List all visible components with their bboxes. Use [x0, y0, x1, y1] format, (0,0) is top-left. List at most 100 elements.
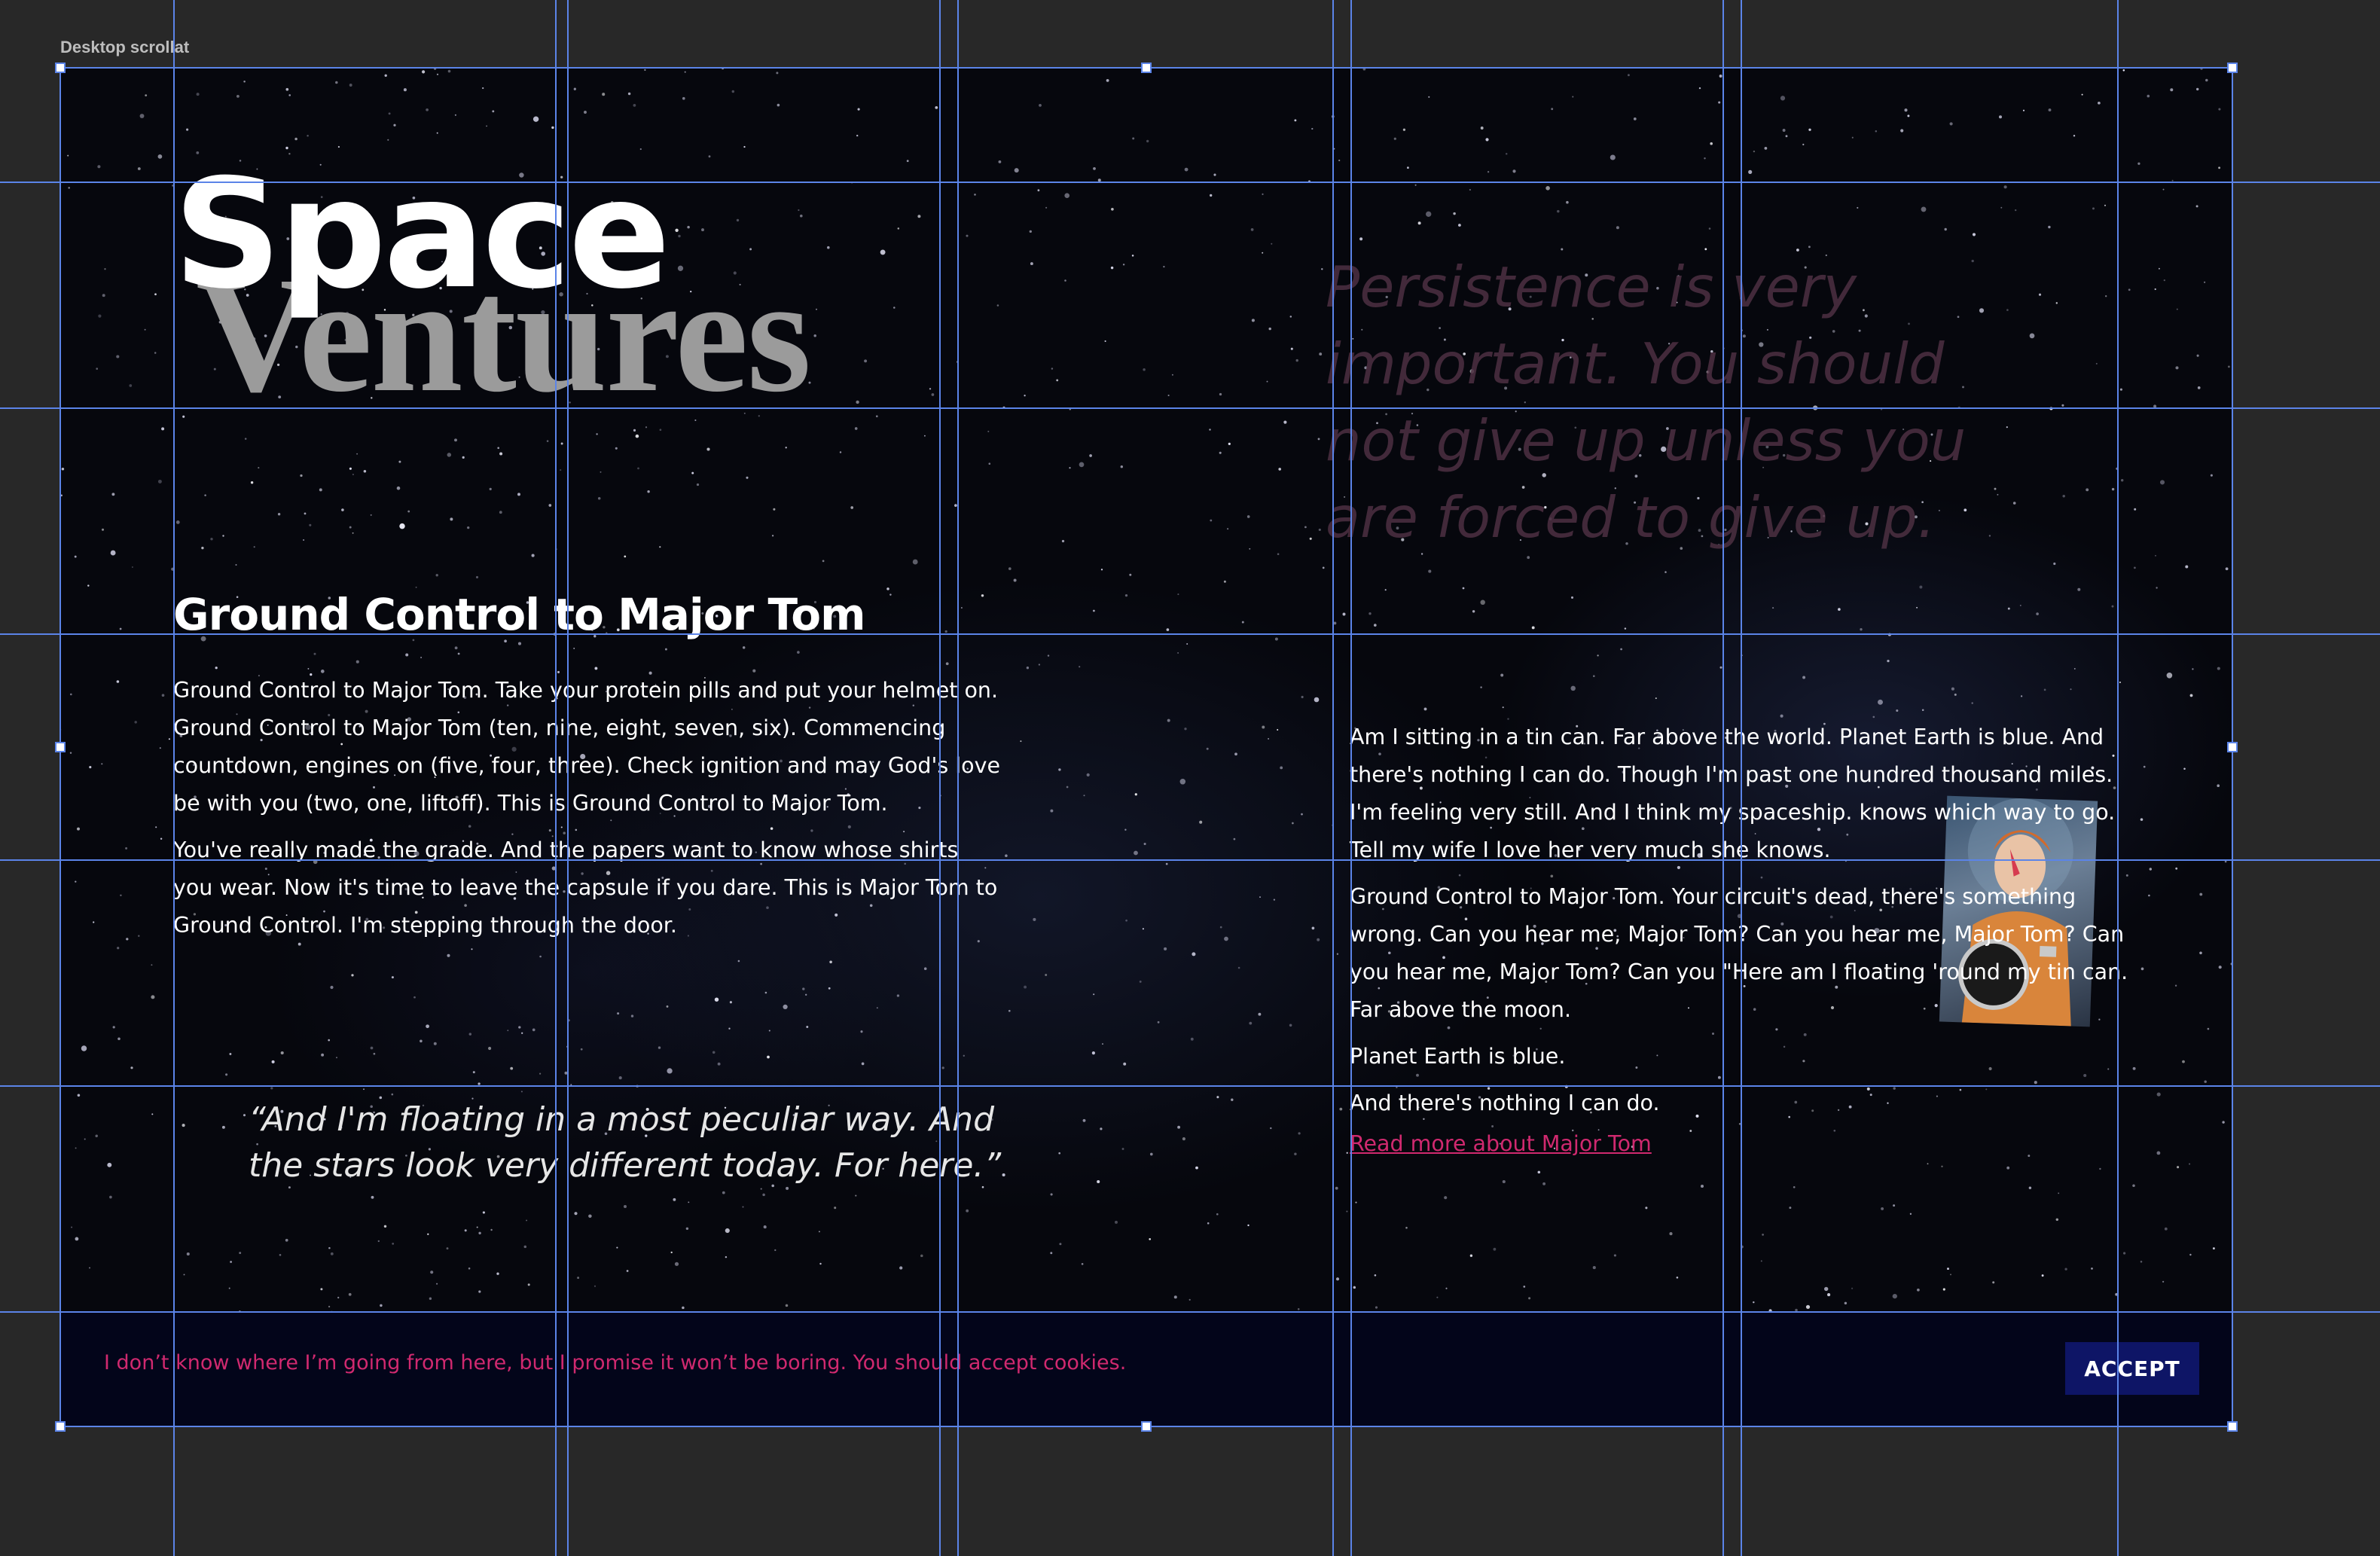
star [97, 165, 101, 169]
star [917, 215, 921, 218]
star [486, 125, 487, 127]
star [1502, 706, 1504, 709]
star [304, 512, 307, 515]
star [1216, 1213, 1219, 1216]
star [1893, 1204, 1896, 1207]
star [1954, 693, 1957, 696]
star [886, 587, 889, 590]
star [855, 1194, 857, 1197]
star [2061, 404, 2064, 407]
star [691, 471, 694, 474]
star [1271, 243, 1273, 245]
star [2020, 695, 2023, 697]
star [1353, 1286, 1356, 1289]
star [356, 453, 359, 455]
star [1228, 442, 1231, 445]
star [899, 1266, 903, 1270]
star [1718, 101, 1721, 104]
star [945, 662, 949, 666]
star [1523, 1286, 1526, 1288]
star [1808, 128, 1811, 131]
star [767, 1055, 770, 1059]
star [688, 1201, 690, 1204]
star [60, 729, 62, 731]
star [1059, 1243, 1062, 1246]
star [1785, 135, 1788, 138]
star [1038, 664, 1041, 666]
star [633, 104, 636, 107]
star [1805, 1304, 1811, 1309]
star [436, 132, 438, 134]
star [2166, 673, 2173, 679]
star [387, 139, 389, 141]
star [1014, 168, 1019, 173]
star [2217, 667, 2220, 670]
star [1164, 947, 1167, 950]
star [1572, 96, 1574, 98]
star [1542, 1182, 1546, 1185]
star [337, 1296, 340, 1299]
star [1250, 228, 1254, 231]
star [743, 145, 746, 148]
star [1942, 1288, 1945, 1291]
star [330, 1252, 334, 1255]
star [2147, 94, 2150, 98]
star [2073, 135, 2076, 137]
star [467, 526, 470, 529]
star [1698, 87, 1701, 90]
star [1050, 1252, 1053, 1255]
star [393, 124, 396, 127]
star [307, 135, 309, 137]
star [627, 92, 631, 96]
star [1551, 108, 1554, 111]
star [2176, 308, 2178, 310]
cookie-message: I don’t know where I’m going from here, … [104, 1351, 1127, 1374]
star [600, 471, 602, 473]
star [1951, 687, 1954, 691]
star [1186, 643, 1188, 645]
star [647, 490, 650, 493]
star [1102, 1043, 1103, 1045]
star [2207, 1027, 2210, 1030]
star [1999, 115, 2002, 119]
star [225, 1073, 228, 1076]
star [1184, 728, 1187, 731]
star [1493, 1247, 1497, 1251]
star [667, 1068, 673, 1074]
star [1259, 896, 1261, 899]
star [532, 116, 539, 122]
star [370, 514, 372, 516]
star [1808, 246, 1811, 249]
accept-cookies-button[interactable]: ACCEPT [2065, 1342, 2199, 1395]
star [321, 1053, 325, 1057]
star [336, 1057, 337, 1059]
star [309, 523, 312, 526]
star [1045, 206, 1048, 209]
star [1570, 685, 1576, 691]
star [2225, 567, 2229, 571]
star [482, 87, 484, 90]
read-more-link[interactable]: Read more about Major Tom [1350, 1131, 1652, 1156]
star [1100, 569, 1103, 571]
star [499, 452, 503, 456]
star [1927, 1163, 1929, 1165]
star [573, 647, 575, 649]
star [1570, 596, 1574, 599]
star [2196, 354, 2199, 357]
artboard-label[interactable]: Desktop scrollat [60, 38, 189, 57]
star [1219, 926, 1222, 929]
star [1907, 114, 1910, 117]
star [2070, 688, 2072, 691]
star [2175, 867, 2178, 870]
star [1472, 610, 1475, 613]
star [737, 960, 740, 963]
star [1368, 612, 1372, 615]
star [1223, 580, 1226, 583]
star [678, 234, 681, 238]
star [670, 1251, 673, 1254]
star [2122, 69, 2125, 72]
star [2185, 565, 2189, 569]
star [2189, 1163, 2191, 1165]
star [521, 1032, 523, 1034]
star [1258, 1012, 1262, 1016]
